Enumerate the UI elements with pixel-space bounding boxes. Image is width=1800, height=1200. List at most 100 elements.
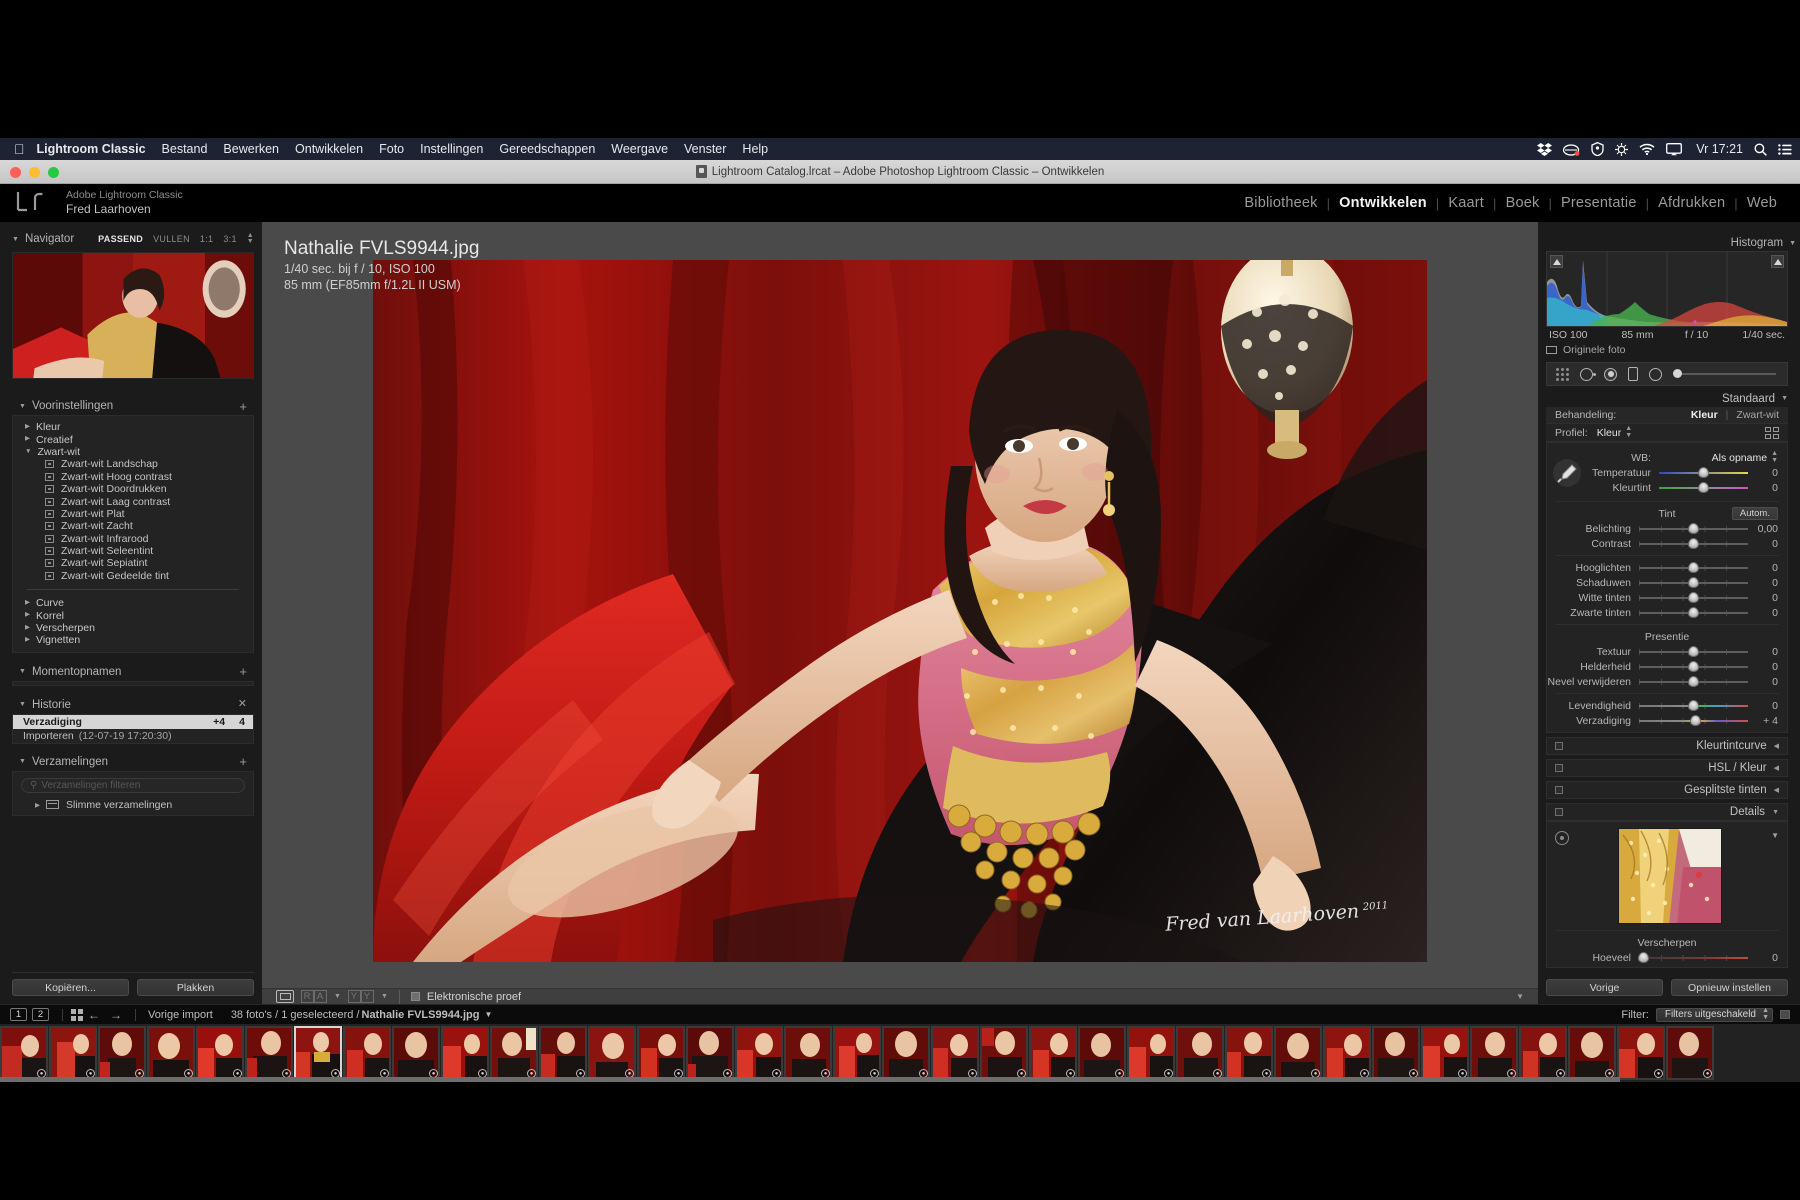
preset-item[interactable]: Zwart-wit Plat (13, 508, 253, 520)
filmstrip-thumb-3[interactable]: ● (98, 1026, 146, 1080)
chevron-down-icon[interactable]: ▼ (19, 668, 26, 675)
softproof-checkbox[interactable] (410, 992, 420, 1001)
stepper-icon[interactable]: ▲ ▼ (1771, 450, 1778, 464)
slider-value[interactable]: 0 (1748, 661, 1778, 673)
filmstrip-thumb-17[interactable]: ● (784, 1026, 832, 1080)
filmstrip-thumb-selected[interactable]: ● (294, 1026, 342, 1080)
panel-details-header[interactable]: Details ▼ (1546, 803, 1788, 821)
slider-temperatuur[interactable] (1659, 467, 1748, 478)
chevron-right-icon[interactable]: ▶ (35, 801, 40, 809)
wb-value[interactable]: Als opname (1712, 452, 1767, 464)
filter-select[interactable]: Filters uitgeschakeld ▲ ▼ (1655, 1007, 1773, 1022)
chevron-down-icon[interactable]: ▼ (334, 993, 341, 1000)
zoom-mode-passend[interactable]: PASSEND (98, 234, 143, 244)
slider-textuur[interactable] (1639, 646, 1748, 657)
slider-value[interactable]: 0,00 (1748, 523, 1778, 535)
preset-item[interactable]: Zwart-wit Infrarood (13, 533, 253, 545)
identity-plate[interactable]: Adobe Lightroom Classic Fred Laarhoven (66, 189, 183, 217)
history-row[interactable]: Verzadiging +4 4 (13, 714, 253, 729)
filmstrip-thumb-9[interactable]: ● (392, 1026, 440, 1080)
filmstrip-thumb-14[interactable]: ● (637, 1026, 685, 1080)
history-header[interactable]: ▼ Historie ✕ (12, 695, 254, 714)
menubar-app-name[interactable]: Lightroom Classic (37, 142, 146, 156)
profile-browser-icon[interactable] (1765, 426, 1779, 439)
slider-levendigheid[interactable] (1639, 700, 1748, 711)
menu-gereedschappen[interactable]: Gereedschappen (499, 142, 595, 156)
slider-value[interactable]: 0 (1748, 538, 1778, 550)
chevron-down-icon[interactable]: ▼ (1516, 992, 1524, 1001)
slider-value[interactable]: 0 (1748, 607, 1778, 619)
chevron-down-icon[interactable]: ▼ (19, 403, 26, 410)
slider-value[interactable]: 0 (1748, 577, 1778, 589)
preset-group-zwart-wit[interactable]: ▼ Zwart-wit (13, 446, 253, 458)
paste-button[interactable]: Plakken (137, 979, 254, 996)
profile-value[interactable]: Kleur (1597, 427, 1622, 439)
auto-tone-button[interactable]: Autom. (1731, 507, 1778, 520)
chevron-down-icon[interactable]: ▼ (12, 236, 19, 243)
filmstrip-thumb-5[interactable]: ● (196, 1026, 244, 1080)
slider-zwarte-tinten[interactable] (1639, 607, 1748, 618)
previous-button[interactable]: Vorige (1546, 979, 1663, 996)
window-controls[interactable] (10, 167, 59, 178)
filmstrip-thumb-28[interactable]: ● (1323, 1026, 1371, 1080)
slider-verzadiging[interactable] (1639, 715, 1748, 726)
collections-filter-input[interactable]: ⚲ Verzamelingen filteren (21, 777, 245, 793)
slider-value[interactable]: + 4 (1748, 715, 1778, 727)
filmstrip-thumb-19[interactable]: ● (882, 1026, 930, 1080)
filmstrip-thumb-21[interactable]: ● (980, 1026, 1028, 1080)
slider-value[interactable]: 0 (1748, 482, 1778, 494)
filmstrip-current-file[interactable]: Nathalie FVLS9944.jpg (362, 1009, 480, 1021)
slider-helderheid[interactable] (1639, 661, 1748, 672)
panel-hsl-kleur[interactable]: HSL / Kleur ◀ (1546, 759, 1788, 777)
red-eye-icon[interactable] (1604, 367, 1617, 381)
filmstrip-thumb-32[interactable]: ● (1519, 1026, 1567, 1080)
wifi-icon[interactable] (1639, 143, 1655, 155)
history-row[interactable]: Importeren (12-07-19 17:20:30) (13, 729, 253, 743)
filmstrip-source[interactable]: Vorige import (148, 1009, 213, 1021)
arrow-left-icon[interactable]: ← (88, 1008, 100, 1022)
preset-item[interactable]: Zwart-wit Seleentint (13, 545, 253, 557)
zoom-button[interactable] (48, 167, 59, 178)
panel-switch-icon[interactable] (1555, 786, 1563, 794)
preset-group-verscherpen[interactable]: ▶ Verscherpen (13, 622, 253, 634)
panel-switch-icon[interactable] (1555, 764, 1563, 772)
navigator-preview[interactable] (12, 252, 254, 379)
crosshair-icon[interactable] (1615, 142, 1629, 156)
menu-ontwikkelen[interactable]: Ontwikkelen (295, 142, 363, 156)
filmstrip-thumb-29[interactable]: ● (1372, 1026, 1420, 1080)
menu-venster[interactable]: Venster (684, 142, 726, 156)
snapshots-header[interactable]: ▼ Momentopnamen + (12, 662, 254, 681)
filmstrip-thumb-8[interactable]: ● (343, 1026, 391, 1080)
add-preset-icon[interactable]: + (239, 400, 247, 413)
filmstrip-thumb-1[interactable]: ● (0, 1026, 48, 1080)
slider-value[interactable]: 0 (1748, 676, 1778, 688)
filmstrip-thumb-24[interactable]: ● (1127, 1026, 1175, 1080)
panel-kleurtintcurve[interactable]: Kleurtintcurve ◀ (1546, 737, 1788, 755)
highlight-clipping-icon[interactable] (1771, 255, 1784, 268)
shadow-clipping-icon[interactable] (1550, 255, 1563, 268)
zoom-mode-vullen[interactable]: VULLEN (153, 234, 190, 244)
original-photo-row[interactable]: Originele foto (1546, 342, 1788, 357)
chevron-left-icon[interactable]: ◀ (1774, 742, 1779, 750)
filmstrip-thumb-25[interactable]: ● (1176, 1026, 1224, 1080)
panel-gesplitste-tinten[interactable]: Gesplitste tinten ◀ (1546, 781, 1788, 799)
treatment-kleur[interactable]: Kleur (1691, 409, 1718, 421)
menu-instellingen[interactable]: Instellingen (420, 142, 483, 156)
chevron-down-icon[interactable]: ▼ (1789, 240, 1796, 247)
filmstrip-thumb-30[interactable]: ● (1421, 1026, 1469, 1080)
detail-target-icon[interactable] (1555, 831, 1569, 845)
filmstrip-thumb-34[interactable]: ● (1617, 1026, 1665, 1080)
navigator-header[interactable]: ▼ Navigator PASSEND VULLEN 1:1 3:1 ▲ ▼ (12, 230, 254, 248)
treatment-zwart-wit[interactable]: Zwart-wit (1736, 409, 1779, 421)
filmstrip-thumb-2[interactable]: ● (49, 1026, 97, 1080)
collection-item[interactable]: ▶ Slimme verzamelingen (13, 798, 253, 812)
filmstrip-thumb-31[interactable]: ● (1470, 1026, 1518, 1080)
zoom-mode-3-1[interactable]: 3:1 (223, 234, 236, 244)
cloud-sync-icon[interactable] (1563, 143, 1580, 156)
filmstrip-thumb-11[interactable]: ● (490, 1026, 538, 1080)
control-center-icon[interactable] (1778, 143, 1792, 155)
filmstrip-thumb-26[interactable]: ● (1225, 1026, 1273, 1080)
filmstrip-thumb-33[interactable]: ● (1568, 1026, 1616, 1080)
dropbox-icon[interactable] (1537, 142, 1553, 156)
loupe-view[interactable]: Fred van Laarhoven 2011 (262, 222, 1538, 988)
